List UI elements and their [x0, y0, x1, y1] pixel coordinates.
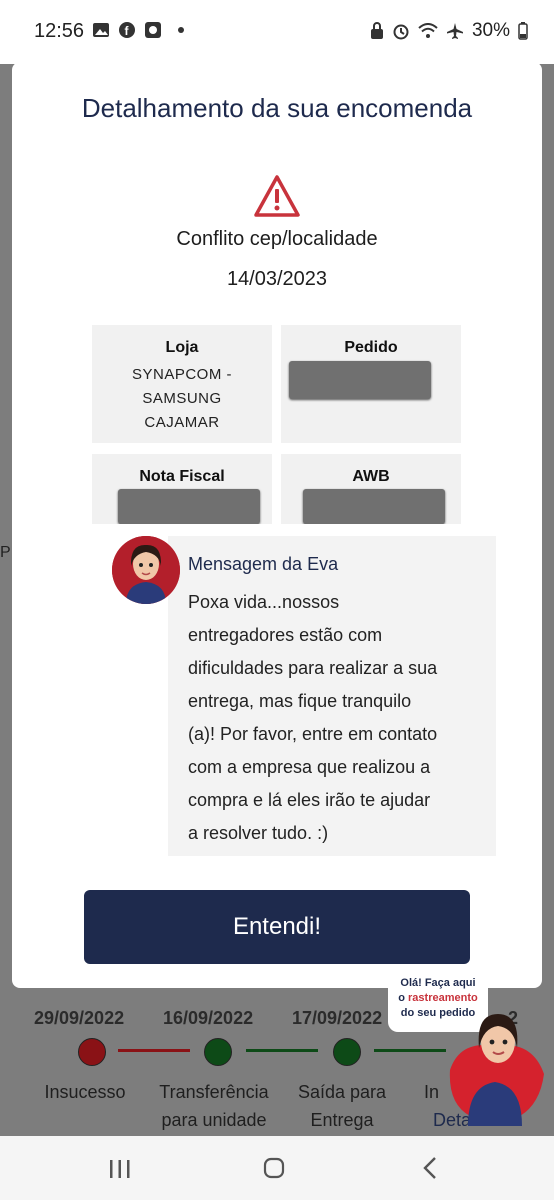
system-nav-bar: [0, 1136, 554, 1200]
mascot-line-2-prefix: o: [398, 992, 409, 1004]
app-icon: [145, 22, 161, 38]
system-icons: 30%: [370, 20, 528, 42]
store-value: SYNAPCOM - SAMSUNG CAJAMAR: [131, 366, 232, 431]
warning-icon: [254, 175, 300, 217]
timeline-connector: [118, 1049, 190, 1052]
invoice-label: Nota Fiscal: [139, 468, 225, 485]
more-notifications-dot: [178, 27, 184, 33]
order-label: Pedido: [344, 339, 398, 356]
battery-icon: [518, 22, 528, 40]
timeline-date: 17/09/2022: [292, 1008, 383, 1028]
timeline-dot-ok: [333, 1038, 361, 1066]
airplane-icon: [446, 23, 463, 39]
store-label: Loja: [165, 339, 199, 356]
awb-label: AWB: [352, 468, 390, 485]
message-title: Mensagem da Eva: [188, 554, 339, 574]
eva-message-card: Mensagem da Eva Poxa vida...nossos entre…: [168, 536, 496, 856]
timeline-label: Insucesso: [44, 1082, 126, 1102]
message-body: Poxa vida...nossos entregadores estão co…: [188, 592, 438, 843]
modal-title: Detalhamento da sua encomenda: [81, 93, 473, 123]
order-card: Pedido: [281, 325, 461, 443]
mascot-line-1: Olá! Faça aqui: [400, 977, 476, 989]
home-icon[interactable]: [262, 1156, 286, 1180]
timeline-date: 16/09/2022: [163, 1008, 254, 1028]
delivery-status: Conflito cep/localidade: [176, 228, 378, 250]
image-icon: [93, 23, 109, 37]
notification-icons: f: [92, 21, 184, 39]
redacted-invoice-number: [118, 489, 260, 524]
timeline-dot-ok: [204, 1038, 232, 1066]
redacted-order-number: [289, 361, 431, 399]
invoice-card: Nota Fiscal: [92, 454, 272, 524]
timeline-connector: [246, 1049, 318, 1052]
back-icon[interactable]: [420, 1156, 440, 1180]
redacted-awb-number: [303, 489, 445, 524]
timeline-connector: [374, 1049, 446, 1052]
background-text-fragment: P: [0, 544, 11, 561]
eva-avatar: [112, 536, 180, 604]
facebook-icon: f: [119, 22, 135, 38]
timeline-label: Transferência para unidade: [159, 1082, 269, 1130]
alarm-icon: [393, 24, 409, 40]
eva-mascot[interactable]: [440, 1000, 550, 1126]
lock-icon: [370, 22, 383, 39]
awb-card: AWB: [281, 454, 461, 524]
status-date: 14/03/2023: [226, 268, 328, 290]
timeline-dot-fail: [78, 1038, 106, 1066]
store-card: Loja SYNAPCOM - SAMSUNG CAJAMAR: [92, 325, 272, 443]
recent-apps-icon[interactable]: [108, 1158, 132, 1180]
battery-percent: 30%: [471, 20, 510, 41]
understood-button[interactable]: Entendi!: [84, 890, 470, 964]
wifi-icon: [418, 23, 438, 38]
timeline-date: 29/09/2022: [34, 1008, 125, 1028]
timeline-label: Saída para Entrega: [297, 1082, 387, 1130]
clock: 12:56: [34, 20, 85, 42]
status-bar: 12:56 f 30%: [0, 0, 554, 64]
